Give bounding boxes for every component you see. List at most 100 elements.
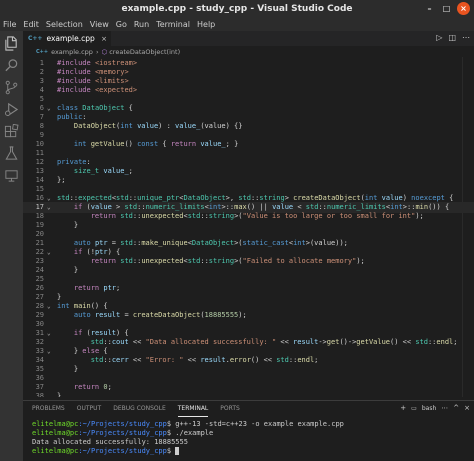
extensions-icon[interactable]: [4, 123, 19, 139]
tab-problems[interactable]: PROBLEMS: [32, 401, 65, 417]
code-token: };: [57, 176, 66, 184]
close-panel-icon[interactable]: ×: [464, 404, 470, 412]
title-bar: example.cpp - study_cpp - Visual Studio …: [0, 0, 474, 17]
remote-explorer-icon[interactable]: [4, 168, 19, 183]
code-token: DataObject: [73, 122, 117, 130]
close-tab-icon[interactable]: ×: [101, 35, 107, 43]
function-symbol-icon: ⬡: [101, 47, 108, 56]
code-line[interactable]: 38}: [23, 391, 474, 397]
new-terminal-button[interactable]: +: [400, 404, 406, 412]
code-token: >(: [234, 257, 243, 265]
code-token: public: [57, 113, 83, 121]
explorer-icon[interactable]: [4, 36, 19, 51]
search-icon[interactable]: [4, 58, 19, 73]
tab-output[interactable]: OUTPUT: [77, 401, 101, 417]
tab-filename: example.cpp: [46, 34, 95, 43]
code-token: else: [82, 347, 100, 355]
more-actions-icon[interactable]: ⋯: [462, 33, 470, 42]
code-token: std: [124, 203, 138, 211]
code-token: result: [94, 311, 121, 319]
code-token: class: [57, 104, 83, 112]
source-control-icon[interactable]: [4, 80, 19, 95]
terminal-prompt[interactable]: elitelma@pc:~/Projects/study_cpp$: [32, 447, 180, 456]
breadcrumb-file[interactable]: example.cpp: [51, 48, 93, 56]
code-token: "Value is too large or too small for int…: [242, 212, 416, 220]
code-token: createDataObject: [293, 194, 361, 202]
menu-go[interactable]: Go: [116, 20, 127, 29]
code-token: =: [107, 239, 121, 247]
code-token: ::: [200, 212, 209, 220]
code-token: (: [82, 329, 91, 337]
breadcrumb-symbol[interactable]: createDataObject(int): [109, 48, 180, 56]
split-editor-icon[interactable]: ◫: [448, 33, 456, 42]
code-token: const: [137, 140, 159, 148]
code-token: static_cast: [242, 239, 289, 247]
code-token: size_t: [73, 167, 104, 175]
code-token: ;: [107, 383, 112, 391]
menu-view[interactable]: View: [90, 20, 109, 29]
maximize-panel-icon[interactable]: ^: [453, 404, 459, 412]
more-actions-icon[interactable]: ⋯: [441, 404, 448, 412]
code-token: result: [293, 338, 319, 346]
menu-run[interactable]: Run: [134, 20, 149, 29]
code-token: {: [444, 194, 454, 202]
code-editor[interactable]: 1 #include <iostream> 2 #include <memory> 3 #…: [23, 57, 474, 397]
tab-ports[interactable]: PORTS: [220, 401, 240, 417]
run-debug-icon[interactable]: [4, 102, 19, 117]
code-token: #include: [57, 86, 95, 94]
code-token: }: [57, 266, 79, 274]
tab-terminal[interactable]: TERMINAL: [177, 401, 209, 417]
minimize-button[interactable]: –: [423, 2, 436, 15]
code-token: ;: [314, 356, 319, 364]
code-token: cout: [111, 338, 129, 346]
code-token: result: [200, 356, 226, 364]
code-token: #include: [57, 59, 95, 67]
code-token: int: [73, 140, 91, 148]
tab-example-cpp[interactable]: C++ example.cpp ×: [23, 31, 111, 46]
shell-name[interactable]: bash: [422, 405, 436, 412]
code-token: ) {: [107, 248, 121, 256]
code-token: min: [415, 203, 429, 211]
menu-file[interactable]: File: [3, 20, 16, 29]
code-token: std: [120, 239, 133, 247]
menu-help[interactable]: Help: [197, 20, 215, 29]
code-token: value: [90, 203, 112, 211]
testing-icon[interactable]: [4, 146, 19, 161]
code-token: noexcept: [411, 194, 445, 202]
code-token: max: [234, 203, 247, 211]
menu-edit[interactable]: Edit: [23, 20, 39, 29]
code-token: auto: [73, 311, 95, 319]
menu-terminal[interactable]: Terminal: [156, 20, 190, 29]
maximize-button[interactable]: □: [440, 2, 453, 15]
code-token: std: [238, 194, 251, 202]
menu-selection[interactable]: Selection: [46, 20, 83, 29]
cpp-file-icon: C++: [28, 35, 43, 42]
code-token: <<: [276, 338, 294, 346]
code-token: ptr: [94, 248, 108, 256]
code-token: "Data allocated successfully: ": [145, 338, 277, 346]
code-token: "Failed to allocate memory": [242, 257, 357, 265]
code-token: );: [356, 257, 365, 265]
code-token: std: [415, 338, 428, 346]
code-token: std: [276, 356, 289, 364]
run-file-icon[interactable]: ▷: [436, 33, 442, 42]
code-token: >: [284, 194, 294, 202]
code-token: error: [229, 356, 251, 364]
code-token: >,: [225, 194, 239, 202]
window-controls: – □ ×: [423, 2, 470, 15]
code-token: {: [124, 104, 133, 112]
tab-debug-console[interactable]: DEBUG CONSOLE: [113, 401, 166, 417]
menu-bar: File Edit Selection View Go Run Terminal…: [0, 17, 474, 31]
close-window-button[interactable]: ×: [457, 2, 470, 15]
code-token: ptr: [94, 239, 108, 247]
code-token: int: [293, 239, 306, 247]
code-token: <<: [128, 356, 146, 364]
code-token: >::: [402, 203, 416, 211]
code-token: =: [120, 311, 133, 319]
code-token: (: [82, 203, 91, 211]
code-text: }: [57, 391, 61, 397]
